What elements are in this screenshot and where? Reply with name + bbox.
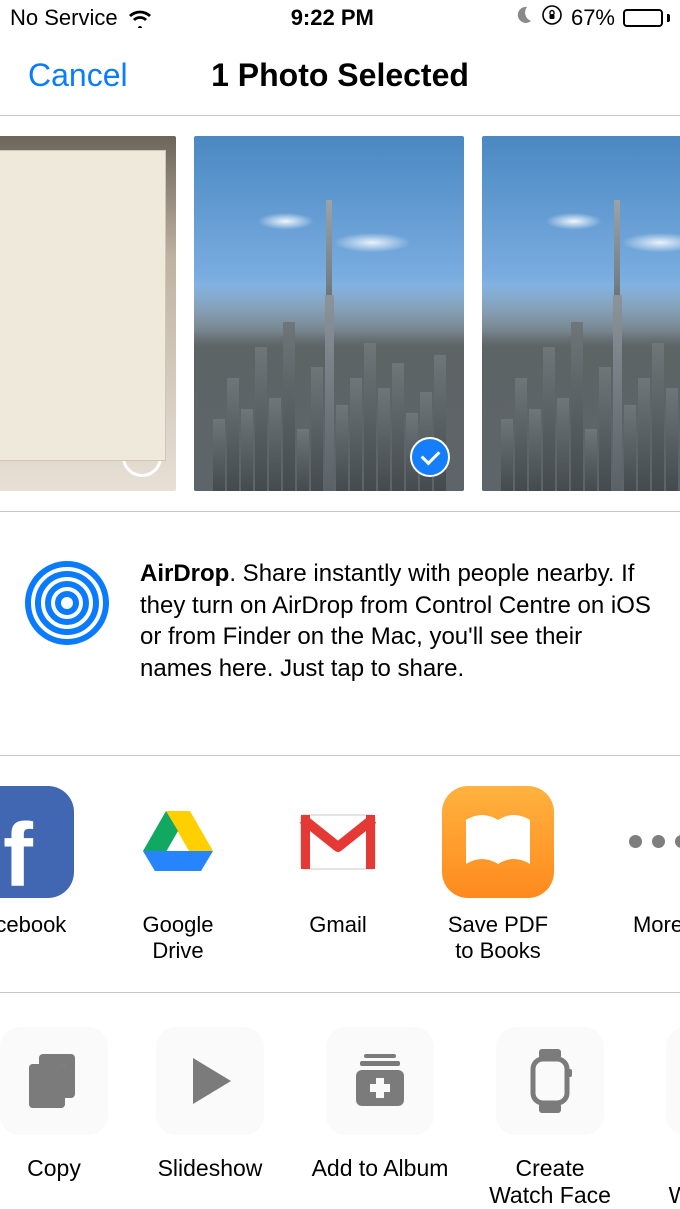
moon-icon (513, 5, 533, 31)
battery-icon (623, 9, 670, 27)
facebook-icon: f (0, 786, 74, 898)
phone-icon (666, 1027, 680, 1135)
watch-icon (496, 1027, 604, 1135)
airdrop-text: AirDrop. Share instantly with people nea… (140, 558, 660, 685)
wifi-icon (128, 8, 152, 28)
google-drive-icon (122, 786, 234, 898)
actions-row[interactable]: Copy Slideshow Add to Album (0, 993, 680, 1209)
orientation-lock-icon (541, 4, 563, 32)
action-create-watch-face[interactable]: Create Watch Face (476, 1027, 624, 1209)
action-use-as-wallpaper[interactable]: Use as Wallpaper (646, 1027, 680, 1209)
share-app-facebook[interactable]: f Facebook (0, 786, 82, 964)
action-slideshow[interactable]: Slideshow (136, 1027, 284, 1209)
photo-thumbnails-row[interactable] (0, 116, 680, 512)
action-label: Slideshow (158, 1155, 263, 1182)
share-app-more[interactable]: More (594, 786, 680, 964)
ibooks-icon (442, 786, 554, 898)
share-app-books[interactable]: Save PDF to Books (434, 786, 562, 964)
photo-thumbnail[interactable] (194, 136, 464, 491)
airdrop-icon (22, 558, 112, 648)
clock: 9:22 PM (152, 5, 513, 31)
share-app-label: Google Drive (114, 912, 242, 964)
share-app-label: Save PDF to Books (448, 912, 548, 964)
airdrop-section: AirDrop. Share instantly with people nea… (0, 512, 680, 756)
status-bar: No Service 9:22 PM 67% (0, 0, 680, 36)
photo-thumbnail[interactable] (482, 136, 680, 491)
gmail-icon (282, 786, 394, 898)
action-label: Add to Album (312, 1155, 449, 1182)
selection-circle[interactable] (122, 437, 162, 477)
share-app-gmail[interactable]: Gmail (274, 786, 402, 964)
more-icon (602, 786, 680, 898)
selection-circle-checked[interactable] (410, 437, 450, 477)
airdrop-title: AirDrop (140, 560, 229, 587)
play-icon (156, 1027, 264, 1135)
copy-icon (0, 1027, 108, 1135)
action-add-to-album[interactable]: Add to Album (306, 1027, 454, 1209)
battery-percent: 67% (571, 5, 615, 31)
share-app-label: Facebook (0, 912, 66, 938)
action-label: Use as Wallpaper (669, 1155, 680, 1209)
share-apps-row[interactable]: f Facebook Google Drive Gmail (0, 756, 680, 993)
cancel-button[interactable]: Cancel (28, 57, 128, 94)
page-title: 1 Photo Selected (211, 57, 469, 94)
carrier-label: No Service (10, 5, 118, 31)
nav-bar: Cancel 1 Photo Selected (0, 36, 680, 116)
share-app-google-drive[interactable]: Google Drive (114, 786, 242, 964)
action-label: Create Watch Face (489, 1155, 611, 1209)
share-app-label: More (633, 912, 680, 938)
share-app-label: Gmail (309, 912, 366, 938)
photo-thumbnail[interactable] (0, 136, 176, 491)
action-copy[interactable]: Copy (0, 1027, 114, 1209)
album-add-icon (326, 1027, 434, 1135)
action-label: Copy (27, 1155, 81, 1182)
